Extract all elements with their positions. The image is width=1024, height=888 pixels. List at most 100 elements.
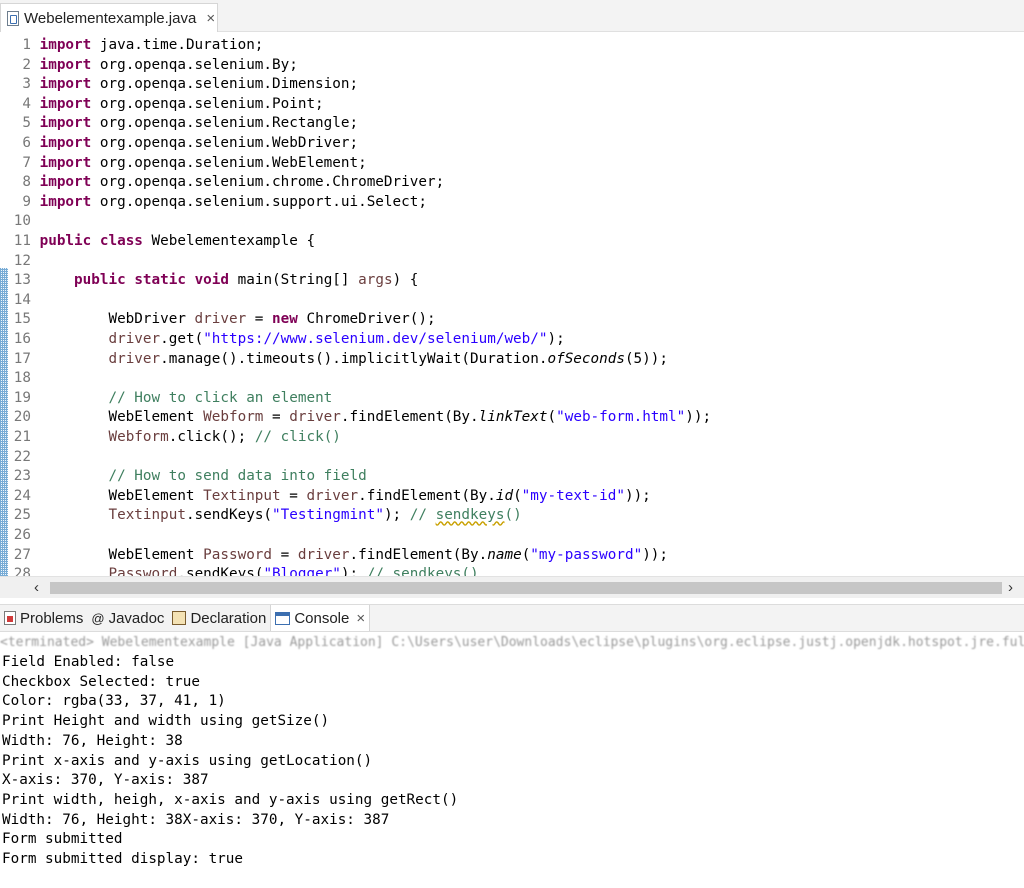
java-file-icon	[7, 10, 19, 26]
code-token: =	[246, 311, 273, 328]
code-line[interactable]: 2 import org.openqa.selenium.By;	[0, 56, 1024, 76]
line-number: 20	[13, 409, 31, 426]
code-token: =	[272, 546, 298, 563]
code-line[interactable]: 4 import org.openqa.selenium.Point;	[0, 95, 1024, 115]
editor-tab-webelementexample[interactable]: Webelementexample.java ×	[0, 3, 218, 32]
scroll-right-icon[interactable]: ›	[1008, 579, 1013, 596]
code-token: org.openqa.selenium.By;	[91, 56, 298, 73]
code-line[interactable]: 1 import java.time.Duration;	[0, 36, 1024, 56]
code-token: // How to click an element	[108, 389, 333, 406]
scroll-left-icon[interactable]: ‹	[34, 579, 39, 596]
code-line[interactable]: 23 // How to send data into field	[0, 467, 1024, 487]
code-token: public	[39, 233, 92, 249]
code-token: import	[39, 76, 92, 93]
code-line[interactable]: 7 import org.openqa.selenium.WebElement;	[0, 154, 1024, 174]
code-token: import	[39, 154, 92, 171]
code-line[interactable]: 3 import org.openqa.selenium.Dimension;	[0, 75, 1024, 95]
code-token: org.openqa.selenium.WebDriver;	[91, 135, 359, 151]
code-token: .manage().timeouts().implicitlyWait(Dura…	[160, 350, 548, 367]
code-token: new	[272, 311, 298, 328]
code-line[interactable]: 15 WebDriver driver = new ChromeDriver()…	[0, 310, 1024, 330]
code-token: import	[39, 135, 92, 151]
code-editor[interactable]: 1 import java.time.Duration; 2 import org…	[0, 32, 1024, 576]
code-line[interactable]: 6 import org.openqa.selenium.WebDriver;	[0, 134, 1024, 154]
code-line[interactable]: 22	[0, 448, 1024, 468]
code-token: import	[39, 115, 92, 132]
close-icon[interactable]: ×	[206, 10, 215, 27]
tab-console[interactable]: Console ×	[270, 605, 371, 631]
code-token: .get(	[160, 331, 204, 347]
code-line[interactable]: 5 import org.openqa.selenium.Rectangle;	[0, 114, 1024, 134]
code-line[interactable]: 24 WebElement Textinput = driver.findEle…	[0, 487, 1024, 507]
code-token: org.openqa.selenium.Point;	[91, 95, 324, 112]
code-line[interactable]: 11 public class Webelementexample {	[0, 232, 1024, 252]
code-token: //	[409, 507, 436, 524]
code-token: id	[495, 487, 514, 504]
editor-horizontal-scrollbar[interactable]: ‹ ›	[0, 576, 1024, 598]
code-token: driver	[108, 331, 161, 347]
code-token: import	[39, 56, 92, 73]
tab-problems[interactable]: Problems	[0, 605, 87, 631]
tab-label: Console	[294, 609, 350, 627]
line-number: 22	[13, 448, 31, 465]
line-number: 15	[13, 311, 31, 328]
code-line[interactable]: 8 import org.openqa.selenium.chrome.Chro…	[0, 173, 1024, 193]
declaration-icon	[172, 611, 187, 625]
code-line[interactable]: 28 Password.sendKeys("Blogger"); // send…	[0, 565, 1024, 576]
code-token: sendkeys	[435, 507, 505, 524]
line-number: 19	[13, 389, 31, 406]
scrollbar-thumb[interactable]	[50, 582, 1002, 594]
tab-declaration[interactable]: Declaration	[168, 605, 270, 631]
code-token: .findElement(By.	[349, 546, 488, 563]
line-number: 23	[13, 468, 31, 485]
tab-label: Problems	[20, 609, 84, 627]
code-token: import	[39, 193, 92, 210]
close-icon[interactable]: ×	[356, 610, 365, 627]
at-icon: @	[91, 610, 105, 626]
console-icon	[275, 611, 291, 625]
code-line[interactable]: 25 Textinput.sendKeys("Testingmint"); //…	[0, 506, 1024, 526]
code-token: Password	[203, 546, 273, 563]
console-line: Print width, heigh, x-axis and y-axis us…	[2, 791, 459, 808]
code-line[interactable]: 10	[0, 212, 1024, 232]
code-token: (	[513, 487, 522, 504]
code-line[interactable]: 27 WebElement Password = driver.findElem…	[0, 546, 1024, 566]
code-line[interactable]: 21 Webform.click(); // click()	[0, 428, 1024, 448]
code-token: ));	[685, 409, 712, 426]
code-line[interactable]: 26	[0, 526, 1024, 546]
console-line: Print Height and width using getSize()	[2, 713, 330, 730]
code-token: import	[39, 174, 92, 191]
code-token: WebElement	[39, 546, 204, 563]
code-token: Textinput	[108, 507, 186, 524]
tab-label: Declaration	[190, 609, 267, 627]
code-token: ));	[624, 487, 651, 504]
code-token: // click()	[254, 429, 341, 445]
code-token: main(String[]	[229, 272, 359, 289]
code-token: =	[263, 409, 290, 426]
code-line[interactable]: 20 WebElement Webform = driver.findEleme…	[0, 408, 1024, 428]
line-number: 27	[13, 546, 31, 563]
code-line[interactable]: 16 driver.get("https://www.selenium.dev/…	[0, 330, 1024, 350]
line-number: 11	[13, 233, 31, 249]
code-line[interactable]: 12	[0, 252, 1024, 272]
code-line[interactable]: 19 // How to click an element	[0, 389, 1024, 409]
code-token: import	[39, 95, 92, 112]
code-line[interactable]: 9 import org.openqa.selenium.support.ui.…	[0, 193, 1024, 213]
code-line[interactable]: 14	[0, 291, 1024, 311]
tab-javadoc[interactable]: @ Javadoc	[87, 605, 168, 631]
code-token: .click();	[168, 429, 255, 445]
line-number: 2	[22, 56, 31, 73]
line-number: 7	[22, 154, 31, 171]
console-line: Width: 76, Height: 38X-axis: 370, Y-axis…	[2, 811, 390, 828]
code-token: );	[383, 507, 410, 524]
code-line[interactable]: 13 public static void main(String[] args…	[0, 271, 1024, 291]
code-token: org.openqa.selenium.chrome.ChromeDriver;	[91, 174, 445, 191]
line-number: 1	[22, 37, 31, 53]
code-line[interactable]: 18	[0, 369, 1024, 389]
code-line[interactable]: 17 driver.manage().timeouts().implicitly…	[0, 350, 1024, 370]
